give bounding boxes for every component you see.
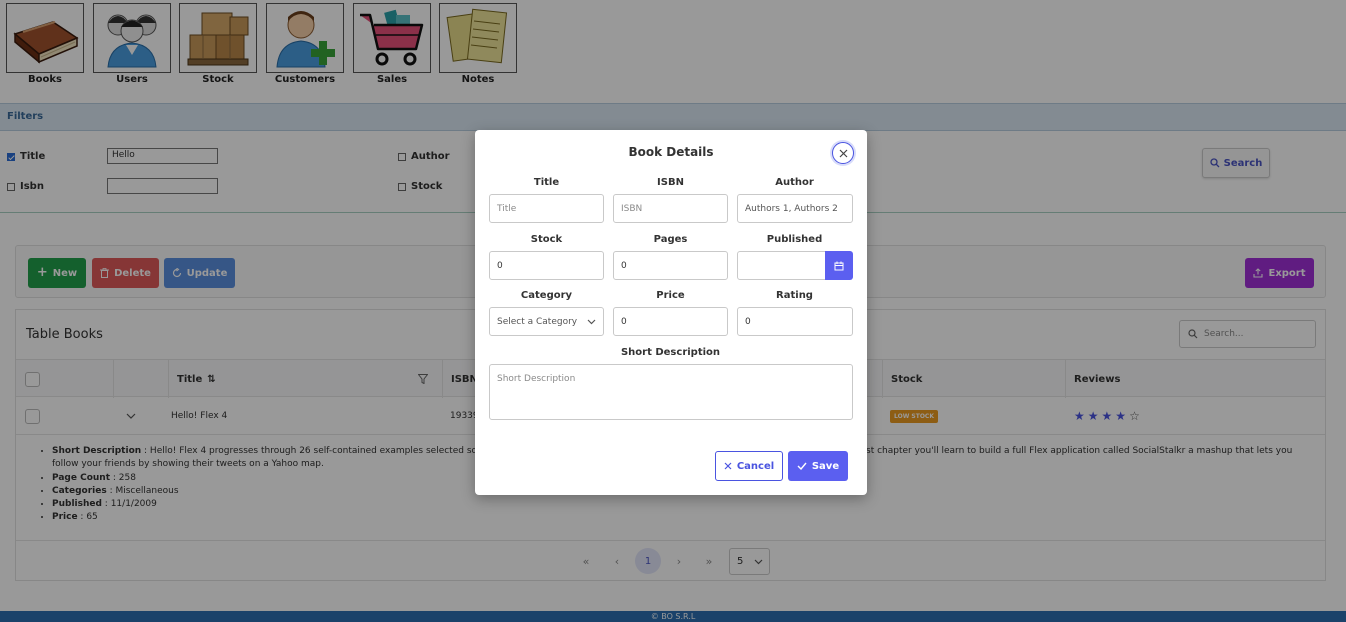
category-placeholder: Select a Category bbox=[497, 316, 578, 327]
rating-field-label: Rating bbox=[776, 290, 813, 301]
pages-field-label: Pages bbox=[653, 234, 688, 245]
stock-field-label: Stock bbox=[530, 234, 563, 245]
published-field-label: Published bbox=[766, 234, 823, 245]
close-icon bbox=[839, 149, 847, 157]
category-field-label: Category bbox=[520, 290, 573, 301]
author-input[interactable]: Authors 1, Authors 2 bbox=[737, 194, 853, 223]
calendar-icon bbox=[834, 261, 844, 270]
save-button[interactable]: Save bbox=[788, 451, 848, 481]
published-date-input[interactable] bbox=[737, 251, 826, 280]
rating-input[interactable]: 0 bbox=[737, 307, 853, 336]
title-input[interactable]: Title bbox=[489, 194, 604, 223]
description-field-label: Short Description bbox=[620, 347, 721, 358]
check-icon bbox=[797, 462, 807, 470]
book-details-dialog: Book Details Title ISBN Author Title ISB… bbox=[475, 130, 867, 495]
isbn-input[interactable]: ISBN bbox=[613, 194, 728, 223]
date-picker-button[interactable] bbox=[825, 251, 853, 280]
author-field-label: Author bbox=[775, 177, 814, 188]
dialog-title: Book Details bbox=[628, 145, 714, 159]
dialog-close-button[interactable] bbox=[832, 142, 854, 164]
cancel-button[interactable]: Cancel bbox=[715, 451, 783, 481]
pages-input[interactable]: 0 bbox=[613, 251, 728, 280]
close-icon bbox=[724, 462, 732, 470]
category-dropdown[interactable]: Select a Category bbox=[489, 307, 604, 336]
description-textarea[interactable]: Short Description bbox=[489, 364, 853, 420]
title-field-label: Title bbox=[533, 177, 560, 188]
cancel-button-label: Cancel bbox=[736, 460, 775, 472]
price-field-label: Price bbox=[656, 290, 685, 301]
chevron-down-icon bbox=[587, 319, 596, 324]
isbn-field-label: ISBN bbox=[657, 177, 684, 188]
save-button-label: Save bbox=[811, 460, 840, 472]
stock-input[interactable]: 0 bbox=[489, 251, 604, 280]
price-input[interactable]: 0 bbox=[613, 307, 728, 336]
